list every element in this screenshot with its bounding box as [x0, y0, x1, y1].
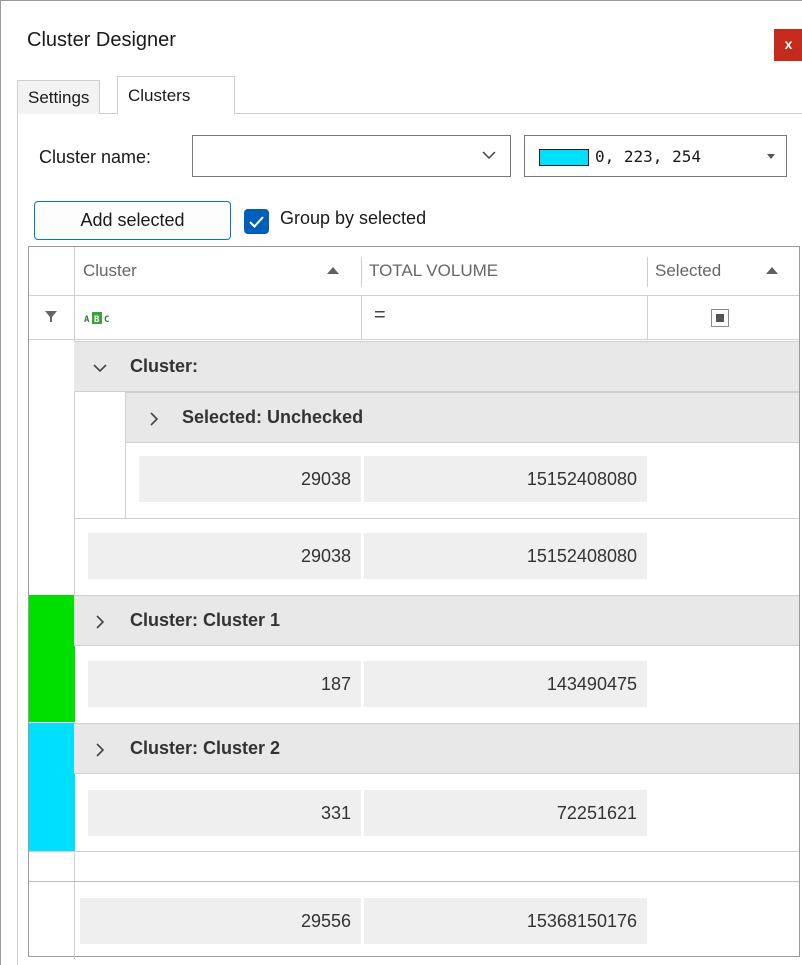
chevron-right-icon[interactable]: [94, 614, 106, 630]
close-button[interactable]: x: [774, 29, 802, 61]
tab-clusters[interactable]: Clusters: [117, 76, 235, 115]
tab-settings[interactable]: Settings: [17, 80, 101, 114]
group-row-selected-unchecked[interactable]: Selected: Unchecked: [126, 392, 799, 443]
svg-text:A: A: [84, 315, 90, 325]
column-header-selected[interactable]: Selected: [655, 247, 755, 295]
cluster-1-summary-count: 187: [88, 661, 361, 707]
row-divider: [74, 518, 799, 519]
selected-filter-checkbox[interactable]: [711, 309, 729, 327]
column-header-selected-label: Selected: [655, 261, 722, 280]
group-by-selected-label[interactable]: Group by selected: [280, 208, 426, 229]
cluster-name-combobox[interactable]: [192, 135, 511, 177]
cluster-2-summary-volume: 72251621: [364, 790, 647, 836]
tab-strip: Settings Clusters: [17, 76, 802, 115]
cluster-2-summary-count: 331: [88, 790, 361, 836]
column-header-total-volume[interactable]: TOTAL VOLUME: [369, 247, 649, 295]
dropdown-arrow-icon[interactable]: [767, 154, 775, 159]
group-summary-volume: 15152408080: [364, 533, 647, 579]
group-row-cluster[interactable]: Cluster:: [74, 341, 799, 392]
sort-ascending-icon[interactable]: [766, 267, 778, 274]
header-separator: [361, 257, 362, 287]
volume-filter-operator[interactable]: =: [374, 304, 386, 327]
title-bar: Cluster Designer x: [1, 1, 802, 73]
group-row-cluster-2[interactable]: Cluster: Cluster 2: [74, 723, 799, 774]
cluster-1-color-indicator: [29, 595, 75, 722]
subgroup-label: Selected: Unchecked: [182, 407, 364, 427]
filter-icon[interactable]: [44, 309, 58, 323]
sort-ascending-icon[interactable]: [327, 267, 339, 274]
svg-text:C: C: [104, 315, 109, 325]
cluster-name-label: Cluster name:: [39, 147, 152, 167]
cluster-name-input[interactable]: [199, 142, 469, 170]
chevron-down-icon[interactable]: [480, 146, 498, 164]
color-swatch: [539, 149, 589, 166]
subgroup-summary-count: 29038: [139, 456, 361, 502]
column-header-cluster-label: Cluster: [83, 261, 137, 280]
color-value: 0, 223, 254: [595, 147, 701, 166]
window-title: Cluster Designer: [27, 29, 176, 51]
cluster-designer-window: Cluster Designer x Settings Clusters Clu…: [0, 0, 802, 965]
cluster-2-color-indicator: [29, 723, 75, 851]
column-header-total-volume-label: TOTAL VOLUME: [369, 261, 499, 280]
group-label: Cluster: Cluster 1: [130, 610, 281, 630]
column-header-cluster[interactable]: Cluster: [83, 247, 363, 295]
total-volume: 15368150176: [364, 898, 647, 944]
filter-divider: [361, 296, 362, 339]
indeterminate-icon: [716, 314, 724, 322]
footer-border: [29, 881, 799, 882]
filter-row: A B C =: [29, 296, 799, 339]
abc-filter-glyph-icon: A B C: [84, 312, 109, 325]
row-divider: [29, 851, 799, 852]
chevron-right-icon[interactable]: [94, 742, 106, 758]
group-summary-count: 29038: [88, 533, 361, 579]
group-label: Cluster: Cluster 2: [130, 738, 281, 758]
chevron-right-icon[interactable]: [148, 411, 160, 427]
cluster-1-summary-volume: 143490475: [364, 661, 647, 707]
subgroup-summary-volume: 15152408080: [364, 456, 647, 502]
svg-text:B: B: [94, 315, 100, 325]
filter-bottom-border: [29, 339, 799, 340]
cluster-color-picker[interactable]: 0, 223, 254: [524, 135, 787, 177]
header-separator: [647, 257, 648, 287]
group-by-selected-checkbox[interactable]: [244, 209, 269, 234]
clusters-grid: Cluster TOTAL VOLUME Selected A B C = Cl…: [28, 246, 800, 959]
total-count: 29556: [80, 898, 361, 944]
group-label: Cluster:: [130, 356, 199, 376]
checkmark-icon: [249, 216, 264, 228]
chevron-down-icon[interactable]: [92, 362, 108, 374]
group-row-cluster-1[interactable]: Cluster: Cluster 1: [74, 595, 799, 646]
abc-text-filter-icon[interactable]: A B C: [84, 311, 114, 325]
add-selected-button[interactable]: Add selected: [34, 201, 231, 240]
filter-divider: [647, 296, 648, 339]
